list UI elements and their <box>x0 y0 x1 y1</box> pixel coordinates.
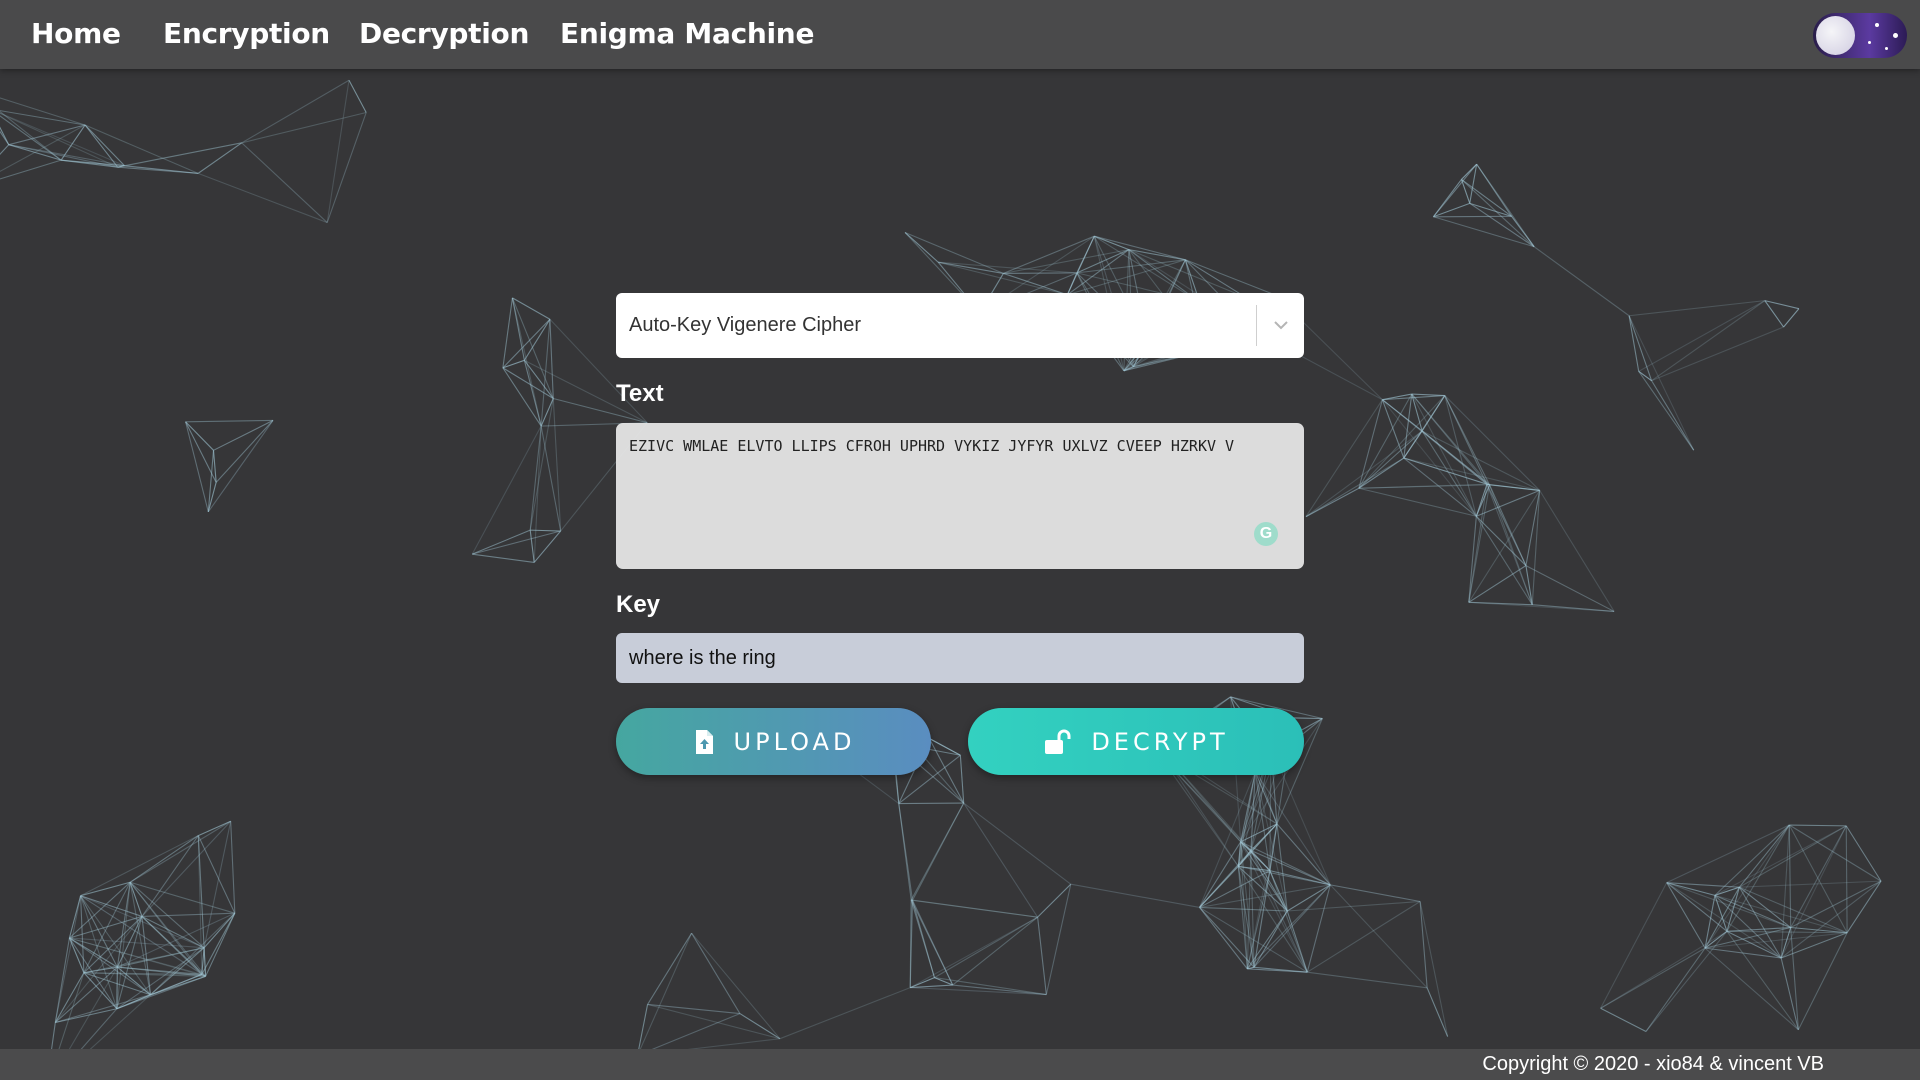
nav-decryption[interactable]: Decryption <box>359 0 529 69</box>
text-input[interactable]: EZIVC WMLAE ELVTO LLIPS CFROH UPHRD VYKI… <box>616 423 1304 569</box>
star-icon <box>1875 23 1879 27</box>
file-upload-icon <box>695 729 713 754</box>
text-label: Text <box>616 380 664 407</box>
decryption-form: Auto-Key Vigenere Cipher Text EZIVC WMLA… <box>0 0 1920 1080</box>
upload-button[interactable]: UPLOAD <box>616 708 931 775</box>
select-separator <box>1256 305 1257 346</box>
key-input[interactable]: where is the ring <box>616 633 1304 683</box>
decrypt-button-label: DECRYPT <box>1091 727 1229 756</box>
cipher-select-value: Auto-Key Vigenere Cipher <box>629 314 861 336</box>
footer: Copyright © 2020 - xio84 & vincent VB <box>0 1049 1920 1080</box>
grammarly-icon[interactable]: G <box>1254 522 1278 546</box>
star-icon <box>1893 33 1898 38</box>
chevron-down-icon[interactable] <box>1267 311 1295 339</box>
nav-enigma-machine[interactable]: Enigma Machine <box>560 0 814 69</box>
moon-icon <box>1816 16 1855 55</box>
upload-button-label: UPLOAD <box>733 727 856 756</box>
unlock-icon <box>1045 729 1071 754</box>
star-icon <box>1885 47 1888 50</box>
navbar: Home Encryption Decryption Enigma Machin… <box>0 0 1920 69</box>
nav-home[interactable]: Home <box>31 0 121 69</box>
copyright-text: Copyright © 2020 - xio84 & vincent VB <box>1482 1053 1824 1075</box>
decrypt-button[interactable]: DECRYPT <box>968 708 1304 775</box>
nav-encryption[interactable]: Encryption <box>163 0 330 69</box>
star-icon <box>1868 41 1871 44</box>
key-label: Key <box>616 591 661 618</box>
theme-toggle[interactable] <box>1813 13 1907 58</box>
cipher-select[interactable]: Auto-Key Vigenere Cipher <box>616 293 1304 358</box>
